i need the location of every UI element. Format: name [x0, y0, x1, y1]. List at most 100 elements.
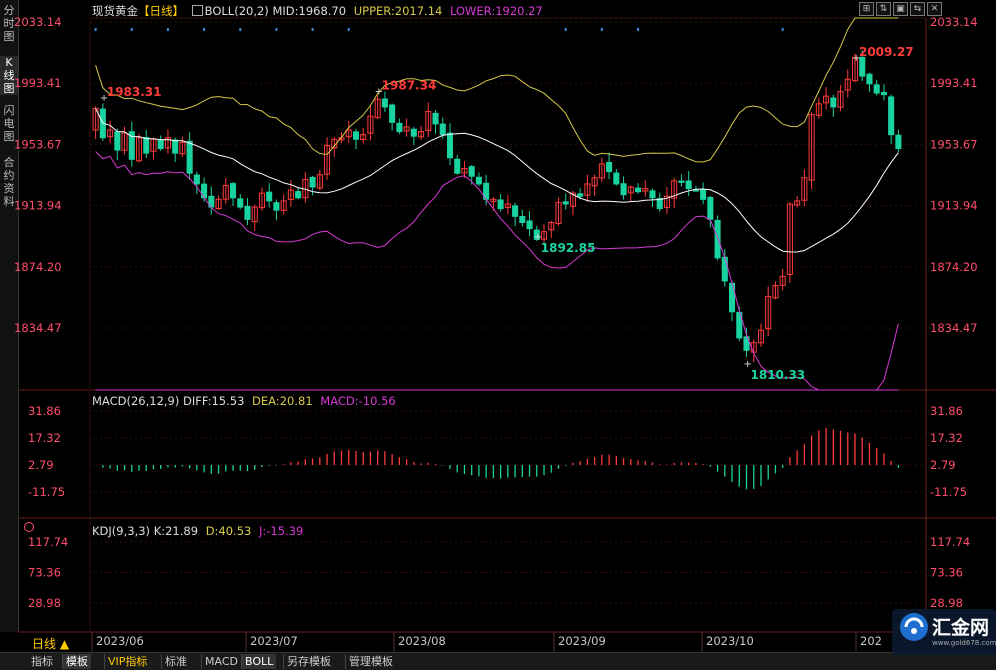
candle-body: [172, 139, 179, 154]
price-axis-right-tick: 1993.41: [930, 76, 978, 90]
boll-mid: MID:1968.70: [272, 4, 347, 18]
kdj-k: K:21.89: [153, 524, 199, 538]
macd-label: MACD(26,12,9): [92, 394, 180, 408]
price-annotation-1810.33: 1810.33: [751, 368, 806, 382]
candle-body: [468, 166, 475, 177]
candle-body: [432, 112, 439, 125]
candle-body: [721, 256, 728, 282]
signal-dot: [203, 28, 206, 31]
logo-text: 汇金网: [932, 617, 990, 639]
candle-body: [381, 98, 388, 108]
candle-body: [692, 189, 699, 192]
kdj-settings-icon[interactable]: [24, 522, 34, 532]
signal-dot: [637, 28, 640, 31]
candle-body: [634, 187, 642, 193]
candle-body: [512, 205, 519, 217]
tab-manage-template[interactable]: 管理模板: [345, 654, 396, 669]
boll-settings-icon[interactable]: [191, 5, 203, 16]
candle-body: [729, 282, 736, 313]
tab-macd[interactable]: MACD: [201, 654, 241, 669]
candle-body: [114, 131, 121, 151]
macd-axis-right-tick: -11.75: [930, 485, 967, 499]
candle-body: [888, 96, 895, 136]
candle-body: [678, 180, 685, 183]
price-axis-left-tick: 2033.14: [14, 15, 62, 29]
tab-boll[interactable]: BOLL: [241, 654, 277, 669]
macd-axis-left-tick: 2.79: [28, 458, 54, 472]
tab-vip-indicator[interactable]: VIP指标: [104, 654, 150, 669]
tab-save-template[interactable]: 另存模板: [283, 654, 334, 669]
price-annotation-1892.85: 1892.85: [541, 241, 596, 255]
kdj-axis-left-tick: 117.74: [28, 535, 68, 549]
candle-body: [244, 205, 251, 220]
macd-axis-right-tick: 31.86: [930, 404, 963, 418]
candle-body: [606, 161, 613, 173]
macd-axis-left-tick: -11.75: [28, 485, 65, 499]
price-axis-left-tick: 1953.67: [14, 137, 62, 151]
candle-body: [880, 91, 887, 96]
boll-upper-line: [95, 17, 899, 163]
kdj-d: D:40.53: [205, 524, 252, 538]
candle-body: [620, 183, 627, 196]
gold678-logo: 汇金网 www.gold678.com: [888, 605, 996, 655]
date-axis-label: 2023/10: [706, 634, 754, 648]
crosshair-icon[interactable]: ⊞: [859, 2, 874, 16]
price-axis-left-tick: 1834.47: [14, 321, 62, 335]
maximize-icon[interactable]: ▣: [893, 2, 908, 16]
signal-dot: [781, 28, 784, 31]
candle-body: [649, 190, 656, 199]
macd-diff: DIFF:15.53: [183, 394, 245, 408]
candle-body: [389, 104, 396, 123]
candle-body: [685, 180, 692, 190]
candle-body: [309, 176, 316, 188]
candle-body: [707, 196, 714, 220]
tab-template[interactable]: 模板: [62, 654, 91, 669]
price-annotation-1987.34: 1987.34: [382, 79, 437, 93]
candle-body: [577, 193, 584, 197]
candle-body: [866, 73, 873, 85]
macd-dea: DEA:20.81: [252, 394, 313, 408]
close-icon[interactable]: ✕: [927, 2, 942, 16]
price-axis-left-tick: 1993.41: [14, 76, 62, 90]
candle-body: [201, 183, 208, 199]
kdj-axis-left-tick: 28.98: [28, 596, 61, 610]
candle-body: [873, 84, 880, 94]
candle-body: [454, 158, 461, 174]
price-axis-right-tick: 1834.47: [930, 321, 978, 335]
expand-icon[interactable]: ⇅: [876, 2, 891, 16]
candle-body: [273, 202, 280, 211]
candle-body: [229, 183, 237, 199]
candle-body: [497, 199, 504, 210]
date-axis-label: 2023/07: [250, 634, 298, 648]
chart-canvas[interactable]: 2033.14 2033.14 1993.41 1993.41 1953.67 1953.…: [0, 0, 996, 669]
restore-icon[interactable]: ⇆: [910, 2, 925, 16]
period-selector-button[interactable]: 日线 ▲: [32, 635, 69, 652]
candle-body: [895, 134, 902, 150]
candle-body: [352, 131, 360, 140]
candle-body: [700, 189, 707, 200]
tab-standard[interactable]: 标准: [161, 654, 190, 669]
macd-axis-left-tick: 17.32: [28, 431, 61, 445]
macd-axis-right-tick: 2.79: [930, 458, 956, 472]
chart-header: 现货黄金【日线】 BOLL(20,2) MID:1968.70 UPPER:20…: [92, 3, 543, 19]
price-axis-right-tick: 1874.20: [930, 260, 978, 274]
kdj-axis-left-tick: 73.36: [28, 566, 61, 580]
candle-body: [519, 215, 526, 223]
boll-mid-line: [95, 108, 899, 253]
tab-indicator[interactable]: 指标: [28, 654, 56, 669]
candle-body: [193, 174, 200, 185]
candle-body: [295, 191, 302, 199]
period-label: 【日线】: [138, 4, 184, 18]
signal-dot: [275, 28, 278, 31]
signal-dot: [239, 28, 242, 31]
kdj-header: KDJ(9,3,3) K:21.89 D:40.53 J:-15.39: [92, 524, 303, 538]
candle-body: [439, 123, 446, 136]
boll-lower: LOWER:1920.27: [450, 4, 543, 18]
candle-body: [143, 137, 150, 154]
price-axis-right-tick: 1913.94: [930, 199, 978, 213]
price-axis-right-tick: 2033.14: [930, 15, 978, 29]
candle-body: [396, 122, 403, 133]
candle-body: [714, 219, 721, 259]
candle-body: [266, 191, 273, 202]
candle-body: [613, 172, 620, 185]
